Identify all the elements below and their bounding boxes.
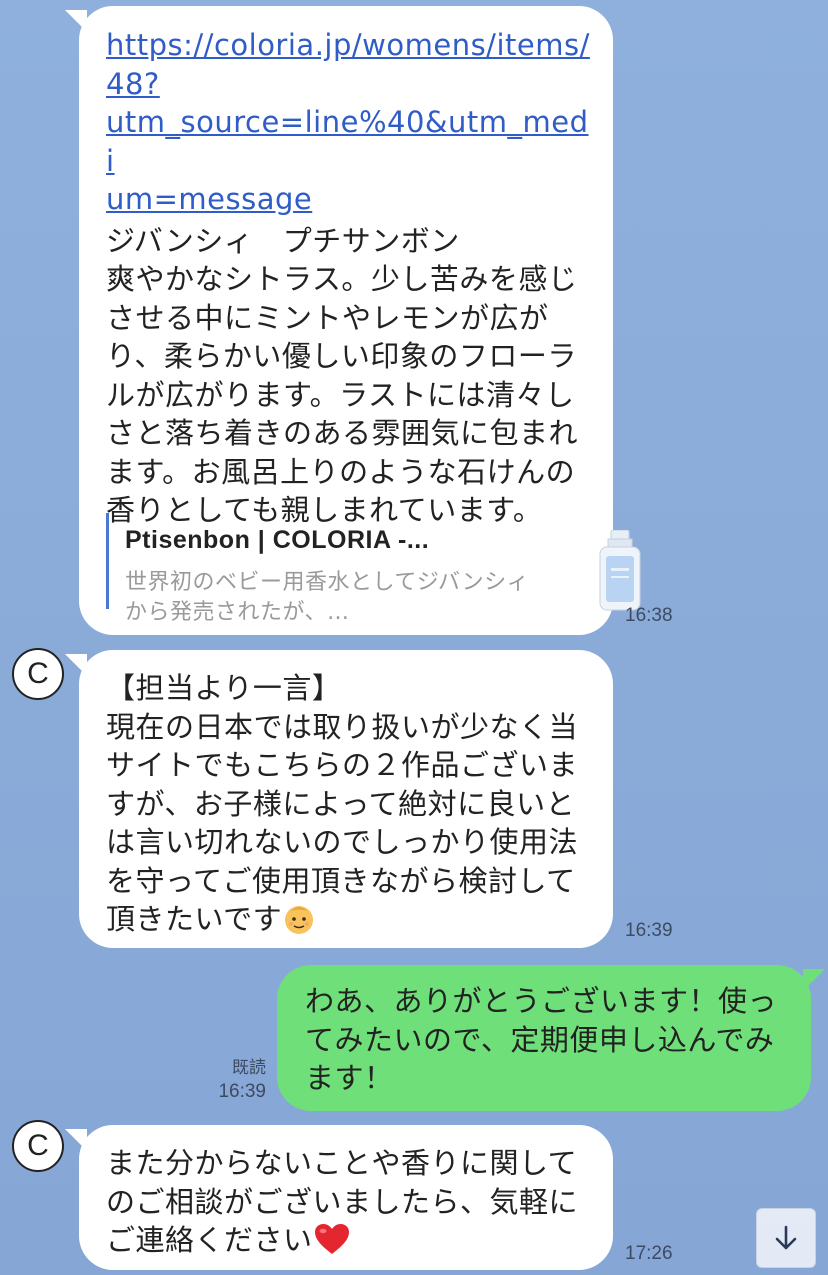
arrow-down-icon bbox=[775, 1225, 797, 1250]
avatar-letter: C bbox=[27, 657, 49, 690]
message-body-3: わあ、ありがとうございます！使ってみたいので、定期便申し込んでみます！ bbox=[305, 984, 778, 1095]
message-body-wrapper: また分からないことや香りに関してのご相談がございましたら、気軽にご連絡ください bbox=[106, 1144, 588, 1260]
sender-avatar-2[interactable]: C bbox=[12, 1120, 64, 1172]
url-line-1: https://coloria.jp/womens/items/ bbox=[106, 28, 590, 62]
read-label: 既読 bbox=[232, 1058, 266, 1077]
message-bubble-2[interactable]: 【担当より一言】 現在の日本では取り扱いが少なく当サイトでもこちらの２作品ござい… bbox=[65, 650, 613, 948]
message-bubble-4[interactable]: また分からないことや香りに関してのご相談がございましたら、気軽にご連絡ください bbox=[65, 1125, 613, 1270]
timestamp-1: 16:38 bbox=[625, 605, 673, 626]
message-bubble-1[interactable]: https://coloria.jp/womens/items/ 48? utm… bbox=[65, 6, 641, 635]
message-body-wrapper: 現在の日本では取り扱いが少なく当サイトでもこちらの２作品ございますが、お子様によ… bbox=[106, 708, 588, 939]
baby-face-emoji-icon bbox=[285, 906, 314, 934]
url-line-3: utm_source=line%40&utm_medi bbox=[106, 105, 589, 178]
message-heading: 【担当より一言】 bbox=[106, 671, 342, 705]
message-bubble-3[interactable]: わあ、ありがとうございます！使ってみたいので、定期便申し込んでみます！ bbox=[277, 965, 825, 1111]
timestamp-3: 16:39 bbox=[218, 1081, 266, 1102]
timestamp-2: 16:39 bbox=[625, 920, 673, 941]
sender-avatar-1[interactable]: C bbox=[12, 648, 64, 700]
preview-title: Ptisenbon | COLORIA -... bbox=[125, 526, 430, 554]
link-preview-card[interactable]: Ptisenbon | COLORIA -... 世界初のベビー用香水としてジバ… bbox=[106, 513, 536, 625]
preview-description: 世界初のベビー用香水としてジバンシィから発売されたが、… bbox=[125, 569, 530, 625]
read-status: 既読 16:39 bbox=[212, 1056, 266, 1104]
perfume-bottle-thumbnail[interactable] bbox=[597, 530, 643, 612]
url-line-4: um=message bbox=[106, 182, 313, 216]
url-line-2: 48? bbox=[106, 66, 160, 101]
red-heart-emoji-icon bbox=[314, 1224, 349, 1254]
scroll-to-bottom-button[interactable] bbox=[756, 1208, 816, 1268]
product-link[interactable]: https://coloria.jp/womens/items/ 48? utm… bbox=[106, 26, 596, 219]
timestamp-4: 17:26 bbox=[625, 1243, 673, 1264]
message-body-2: 現在の日本では取り扱いが少なく当サイトでもこちらの２作品ございますが、お子様によ… bbox=[106, 709, 579, 937]
avatar-letter: C bbox=[27, 1129, 49, 1162]
product-description: 爽やかなシトラス。少し苦みを感じさせる中にミントやレモンが広がり、柔らかい優しい… bbox=[106, 262, 579, 527]
product-name: ジバンシィ プチサンボン bbox=[106, 223, 460, 258]
